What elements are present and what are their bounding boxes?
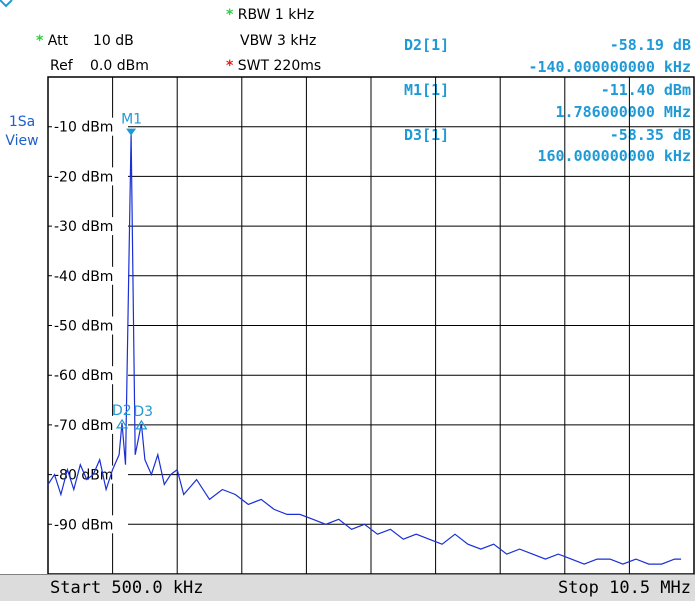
start-frequency: Start 500.0 kHz: [50, 578, 204, 598]
y-tick-label: -60 dBm: [54, 368, 113, 384]
frequency-footer: Start 500.0 kHz Stop 10.5 MHz: [0, 574, 695, 601]
y-tick-label: -40 dBm: [54, 269, 113, 285]
stop-frequency: Stop 10.5 MHz: [557, 578, 691, 598]
marker-delta-label: D2: [112, 403, 132, 419]
trace-line: [47, 133, 682, 565]
marker-delta-label: D3: [133, 404, 153, 420]
chevron-down-icon: [0, 0, 13, 8]
y-tick-labels: -10 dBm -20 dBm -30 dBm -40 dBm -50 dBm -60 d…: [52, 117, 128, 534]
plot-grid: [48, 77, 694, 574]
marker-m1-label: M1: [121, 112, 142, 128]
y-tick-label: -70 dBm: [54, 418, 113, 434]
y-tick-label: -10 dBm: [54, 120, 113, 136]
spectrum-plot[interactable]: -10 dBm -20 dBm -30 dBm -40 dBm -50 dBm -60 d…: [0, 0, 695, 600]
trace-series: [47, 133, 682, 565]
y-tick-label: -20 dBm: [54, 169, 113, 185]
y-tick-label: -50 dBm: [54, 319, 113, 335]
y-tick-label: -30 dBm: [54, 219, 113, 235]
y-tick-label: -90 dBm: [54, 517, 113, 533]
